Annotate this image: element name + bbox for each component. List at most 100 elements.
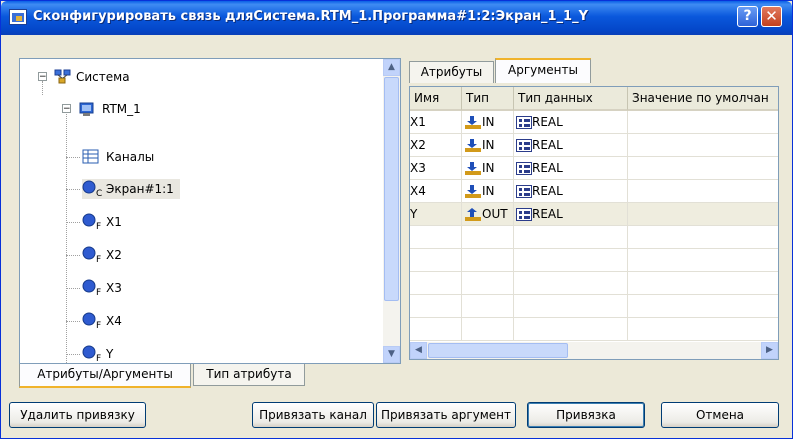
empty-cell[interactable]: [410, 272, 462, 295]
scrollbar-thumb[interactable]: [428, 343, 568, 358]
cell-datatype[interactable]: REAL: [514, 157, 628, 180]
column-header-default[interactable]: Значение по умолчан: [628, 87, 778, 111]
cell-default[interactable]: [628, 134, 778, 157]
rtm-node-icon: [79, 102, 94, 116]
cell-datatype[interactable]: REAL: [514, 180, 628, 203]
channels-icon: [82, 149, 99, 164]
empty-cell[interactable]: [628, 318, 778, 341]
tree-vertical-scrollbar[interactable]: ▲ ▼: [383, 59, 400, 363]
scroll-right-arrow-icon[interactable]: ▶: [761, 342, 778, 359]
arg-name: X1: [410, 115, 426, 129]
tree-item-arg[interactable]: F X3: [82, 278, 172, 298]
tree-connector: [66, 189, 80, 190]
cell-direction[interactable]: IN: [462, 157, 514, 180]
input-arrow-icon: [465, 161, 481, 175]
scrollbar-thumb[interactable]: [384, 77, 399, 301]
cell-direction[interactable]: IN: [462, 111, 514, 134]
cell-name[interactable]: X2: [410, 134, 462, 157]
cell-default[interactable]: [628, 203, 778, 226]
scroll-down-arrow-icon[interactable]: ▼: [383, 346, 400, 363]
scroll-up-arrow-icon[interactable]: ▲: [383, 59, 400, 76]
empty-cell[interactable]: [628, 226, 778, 249]
tree-item-subscript: C: [96, 189, 103, 199]
cell-default[interactable]: [628, 111, 778, 134]
empty-cell[interactable]: [410, 318, 462, 341]
tree-item-arg[interactable]: F Y: [82, 344, 172, 363]
cell-name[interactable]: X4: [410, 180, 462, 203]
empty-cell[interactable]: [514, 226, 628, 249]
bind-argument-button[interactable]: Привязать аргумент: [376, 402, 516, 428]
empty-cell[interactable]: [462, 318, 514, 341]
data-type-icon: [516, 185, 532, 198]
cell-datatype[interactable]: REAL: [514, 203, 628, 226]
tree-connector: [66, 109, 67, 367]
title-bar[interactable]: Сконфигурировать связь дляСистема.RTM_1.…: [1, 1, 792, 35]
empty-cell[interactable]: [462, 295, 514, 318]
cell-name[interactable]: Y: [410, 203, 462, 226]
empty-cell[interactable]: [462, 249, 514, 272]
cell-direction[interactable]: IN: [462, 134, 514, 157]
cell-direction[interactable]: IN: [462, 180, 514, 203]
dialog-window: Сконфигурировать связь дляСистема.RTM_1.…: [0, 0, 793, 439]
empty-cell[interactable]: [410, 226, 462, 249]
arg-datatype: REAL: [532, 115, 563, 129]
tab-arguments[interactable]: Аргументы: [495, 58, 591, 83]
tree-item-arg[interactable]: F X4: [82, 311, 172, 331]
binding-button[interactable]: Привязка: [527, 402, 645, 428]
tree-collapse-toggle[interactable]: −: [38, 72, 47, 82]
empty-cell[interactable]: [514, 272, 628, 295]
tree-item-rtm[interactable]: RTM_1: [78, 99, 198, 119]
empty-cell[interactable]: [410, 295, 462, 318]
tree-item-arg[interactable]: F X1: [82, 212, 172, 232]
arg-datatype: REAL: [532, 207, 563, 221]
unbind-button[interactable]: Удалить привязку: [9, 402, 146, 428]
tree-item-system[interactable]: Система: [54, 67, 174, 87]
tree-item-subscript: F: [96, 321, 102, 331]
empty-cell[interactable]: [514, 295, 628, 318]
tree-collapse-toggle[interactable]: −: [62, 104, 71, 114]
bind-channel-button[interactable]: Привязать канал: [252, 402, 374, 428]
column-header-datatype[interactable]: Тип данных: [514, 87, 628, 111]
help-button[interactable]: ?: [737, 6, 758, 27]
arg-name: X3: [410, 161, 426, 175]
cancel-button[interactable]: Отмена: [661, 402, 779, 428]
cell-direction[interactable]: OUT: [462, 203, 514, 226]
arguments-grid[interactable]: Имя Тип Тип данных Значение по умолчан X…: [409, 86, 779, 360]
empty-cell[interactable]: [462, 272, 514, 295]
tree-connector: [66, 288, 80, 289]
empty-cell[interactable]: [628, 295, 778, 318]
cell-name[interactable]: X1: [410, 111, 462, 134]
empty-cell[interactable]: [628, 272, 778, 295]
empty-cell[interactable]: [410, 249, 462, 272]
scroll-left-arrow-icon[interactable]: ◀: [410, 342, 427, 359]
tab-attributes[interactable]: Атрибуты: [409, 61, 494, 83]
link-config-icon: [9, 9, 27, 25]
tree-item-label: Каналы: [106, 150, 155, 164]
cell-default[interactable]: [628, 180, 778, 203]
tree-item-label: X1: [106, 215, 122, 229]
empty-cell[interactable]: [514, 249, 628, 272]
column-header-name[interactable]: Имя: [410, 87, 462, 111]
arg-name: X2: [410, 138, 426, 152]
tree-item-subscript: F: [96, 354, 102, 363]
empty-cell[interactable]: [462, 226, 514, 249]
input-arrow-icon: [465, 138, 481, 152]
data-type-icon: [516, 208, 532, 221]
tree-item-screen[interactable]: C Экран#1:1: [82, 179, 180, 199]
object-tree[interactable]: − Система − RTM_1 Каналы C Экран#1:1 F X…: [19, 58, 401, 367]
tree-item-channels[interactable]: Каналы: [82, 147, 202, 167]
arg-datatype: REAL: [532, 138, 563, 152]
cell-datatype[interactable]: REAL: [514, 111, 628, 134]
cell-default[interactable]: [628, 157, 778, 180]
tab-attribute-type[interactable]: Тип атрибута: [193, 364, 305, 386]
tree-item-label: X3: [106, 281, 122, 295]
column-header-direction[interactable]: Тип: [462, 87, 514, 111]
tab-attributes-arguments[interactable]: Атрибуты/Аргументы: [19, 364, 191, 388]
cell-datatype[interactable]: REAL: [514, 134, 628, 157]
empty-cell[interactable]: [514, 318, 628, 341]
empty-cell[interactable]: [628, 249, 778, 272]
close-button[interactable]: ✕: [761, 6, 782, 27]
grid-horizontal-scrollbar[interactable]: ◀ ▶: [410, 342, 778, 359]
tree-item-arg[interactable]: F X2: [82, 245, 172, 265]
cell-name[interactable]: X3: [410, 157, 462, 180]
